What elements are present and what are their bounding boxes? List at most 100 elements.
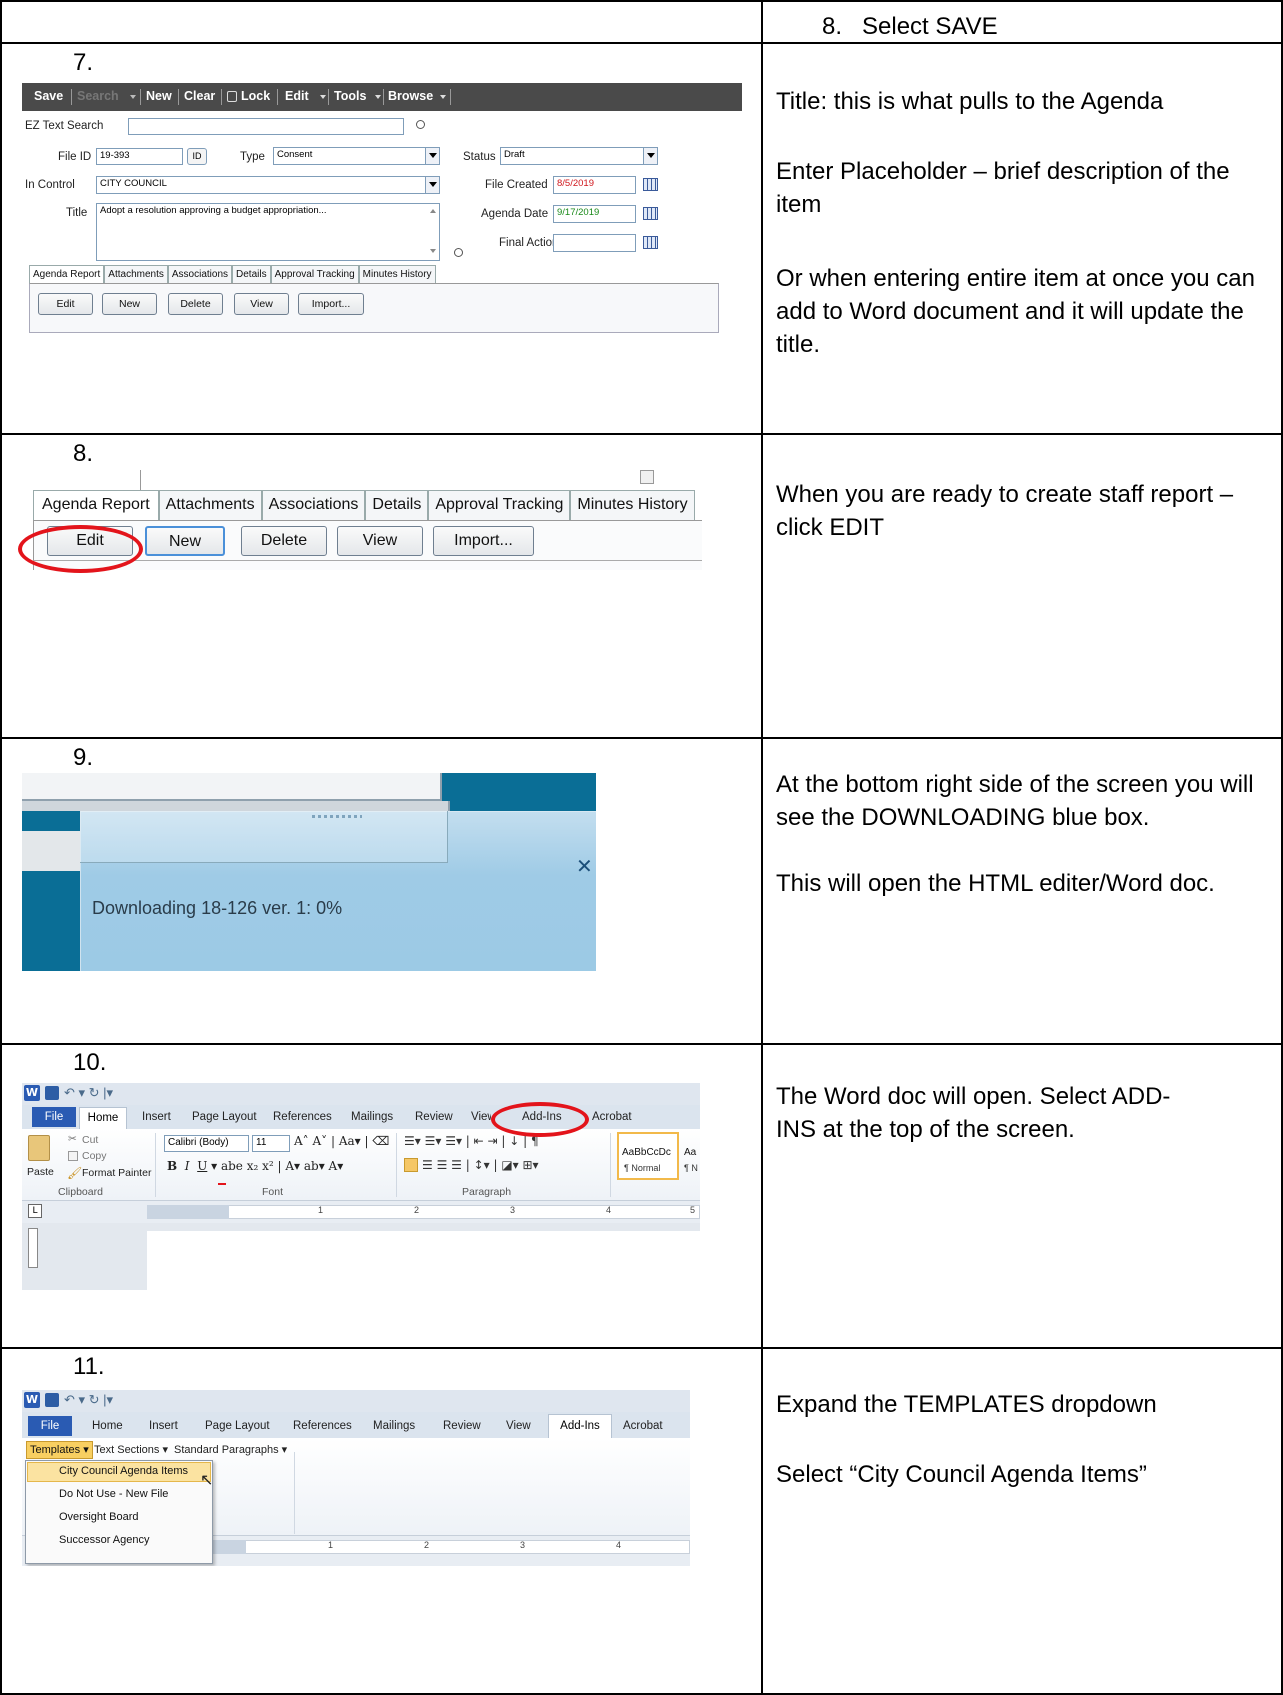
view-button[interactable]: View (234, 293, 289, 315)
browse-menu[interactable]: Browse (388, 89, 433, 103)
tab-minutes-history[interactable]: Minutes History (570, 490, 695, 520)
new-button[interactable]: New (102, 293, 157, 315)
cut-button[interactable]: Cut (82, 1134, 98, 1146)
calendar-icon[interactable] (643, 207, 658, 220)
paste-label[interactable]: Paste (27, 1166, 54, 1178)
new-button[interactable]: New (145, 526, 225, 556)
view-tab[interactable]: View (471, 1111, 491, 1123)
home-tab[interactable]: Home (92, 1420, 123, 1432)
align-left-icon[interactable] (404, 1158, 418, 1172)
id-button[interactable]: ID (187, 148, 207, 165)
references-tab[interactable]: References (273, 1111, 332, 1123)
save-button[interactable]: Save (34, 89, 63, 103)
in-control-select[interactable]: CITY COUNCIL (96, 176, 440, 194)
status-select[interactable]: Draft (500, 147, 658, 165)
final-action-input[interactable] (553, 234, 636, 252)
calendar-icon[interactable] (643, 178, 658, 191)
references-tab[interactable]: References (293, 1420, 352, 1432)
tab-details[interactable]: Details (365, 490, 429, 520)
import-button[interactable]: Import... (298, 293, 364, 315)
delete-button[interactable]: Delete (168, 293, 223, 315)
tab-selector-icon[interactable]: L (28, 1204, 42, 1218)
mailings-tab[interactable]: Mailings (373, 1420, 415, 1432)
align-icons[interactable]: ☰ ☰ ☰ | ↕▾ | ◪▾ ⊞▾ (422, 1158, 539, 1172)
standard-paragraphs-menu[interactable]: Standard Paragraphs ▾ (174, 1443, 287, 1456)
table-border-top (0, 0, 1283, 2)
close-icon[interactable]: ✕ (576, 854, 593, 879)
review-tab[interactable]: Review (443, 1420, 481, 1432)
zoom-icon[interactable] (454, 248, 463, 257)
search-icon[interactable] (416, 120, 425, 129)
delete-button[interactable]: Delete (241, 526, 327, 556)
add-ins-tab[interactable]: Add-Ins (548, 1414, 612, 1438)
page-layout-tab[interactable]: Page Layout (192, 1111, 257, 1123)
font-name-select[interactable]: Calibri (Body) (164, 1135, 249, 1152)
mailings-tab[interactable]: Mailings (351, 1111, 393, 1123)
drag-handle[interactable] (312, 815, 362, 818)
text-sections-label: Text Sections (94, 1444, 160, 1456)
undo-icon[interactable]: ↶ ▾ ↻ |▾ (64, 1085, 113, 1101)
tools-menu[interactable]: Tools (334, 89, 366, 103)
list-icons[interactable]: ☰▾ ☰▾ ☰▾ | ⇤ ⇥ | ↓ | ¶ (404, 1134, 539, 1148)
dropdown-item-city-council-agenda-items[interactable]: City Council Agenda Items (59, 1465, 188, 1477)
type-select[interactable]: Consent (273, 147, 440, 165)
ez-text-search-input[interactable] (128, 118, 404, 135)
new-button[interactable]: New (146, 89, 172, 103)
search-button[interactable]: Search (77, 89, 119, 103)
tab-associations[interactable]: Associations (261, 490, 366, 520)
document-page[interactable] (147, 1231, 700, 1290)
dropdown-item-do-not-use[interactable]: Do Not Use - New File (59, 1488, 168, 1500)
tab-attachments[interactable]: Attachments (104, 265, 168, 283)
file-tab[interactable]: File (32, 1107, 76, 1127)
scroll-up-icon[interactable] (430, 209, 436, 213)
highlight-edit-circle (18, 525, 143, 573)
tab-approval-tracking[interactable]: Approval Tracking (428, 490, 571, 520)
copy-button[interactable]: Copy (82, 1150, 107, 1162)
text-sections-menu[interactable]: Text Sections ▾ (94, 1443, 168, 1456)
edit-menu[interactable]: Edit (285, 89, 309, 103)
tab-approval-tracking[interactable]: Approval Tracking (270, 265, 359, 283)
undo-icon[interactable]: ↶ ▾ ↻ |▾ (64, 1392, 113, 1408)
agenda-date-input[interactable]: 9/17/2019 (553, 205, 636, 223)
acrobat-tab[interactable]: Acrobat (623, 1420, 663, 1432)
view-tab[interactable]: View (506, 1420, 531, 1432)
tab-agenda-report[interactable]: Agenda Report (29, 265, 105, 283)
lock-button[interactable]: Lock (241, 89, 270, 103)
save-icon[interactable] (45, 1393, 59, 1407)
file-created-input[interactable]: 8/5/2019 (553, 176, 636, 194)
insert-tab[interactable]: Insert (142, 1111, 171, 1123)
format-painter-button[interactable]: Format Painter (82, 1167, 151, 1179)
ruler-mark: 1 (328, 1540, 334, 1550)
insert-tab[interactable]: Insert (149, 1420, 178, 1432)
file-id-input[interactable]: 19-393 (96, 148, 183, 165)
clear-button[interactable]: Clear (184, 89, 215, 103)
import-button[interactable]: Import... (433, 526, 534, 556)
save-icon[interactable] (45, 1086, 59, 1100)
paste-icon[interactable] (28, 1135, 50, 1161)
font-size-grow-icon[interactable]: A˄ A˅ | Aa▾ | ⌫ (294, 1134, 389, 1148)
tab-details[interactable]: Details (232, 265, 271, 283)
tab-attachments[interactable]: Attachments (158, 490, 262, 520)
font-size-select[interactable]: 11 (252, 1135, 290, 1152)
horizontal-ruler (147, 1205, 700, 1219)
acrobat-tab[interactable]: Acrobat (592, 1111, 632, 1123)
tab-agenda-report[interactable]: Agenda Report (33, 490, 159, 520)
home-tab[interactable]: Home (79, 1107, 127, 1129)
title-textarea[interactable]: Adopt a resolution approving a budget ap… (96, 203, 440, 261)
tab-associations[interactable]: Associations (167, 265, 233, 283)
file-tab[interactable]: File (28, 1416, 72, 1436)
templates-menu[interactable]: Templates ▾ (26, 1441, 93, 1459)
templates-label: Templates (30, 1444, 81, 1456)
dropdown-item-successor-agency[interactable]: Successor Agency (59, 1534, 150, 1546)
tab-minutes-history[interactable]: Minutes History (358, 265, 436, 283)
scroll-down-icon[interactable] (430, 249, 436, 253)
bold-italic-underline-icons[interactable]: B I U ▾ abe x₂ x² | A▾ ab▾ A▾ (167, 1159, 343, 1173)
step-number: 7. (73, 49, 94, 76)
step-9-desc-2: This will open the HTML editer/Word doc. (776, 870, 1215, 897)
dropdown-item-oversight-board[interactable]: Oversight Board (59, 1511, 138, 1523)
review-tab[interactable]: Review (415, 1111, 453, 1123)
view-button[interactable]: View (337, 526, 423, 556)
calendar-icon[interactable] (643, 236, 658, 249)
page-layout-tab[interactable]: Page Layout (205, 1420, 270, 1432)
edit-button[interactable]: Edit (38, 293, 93, 315)
